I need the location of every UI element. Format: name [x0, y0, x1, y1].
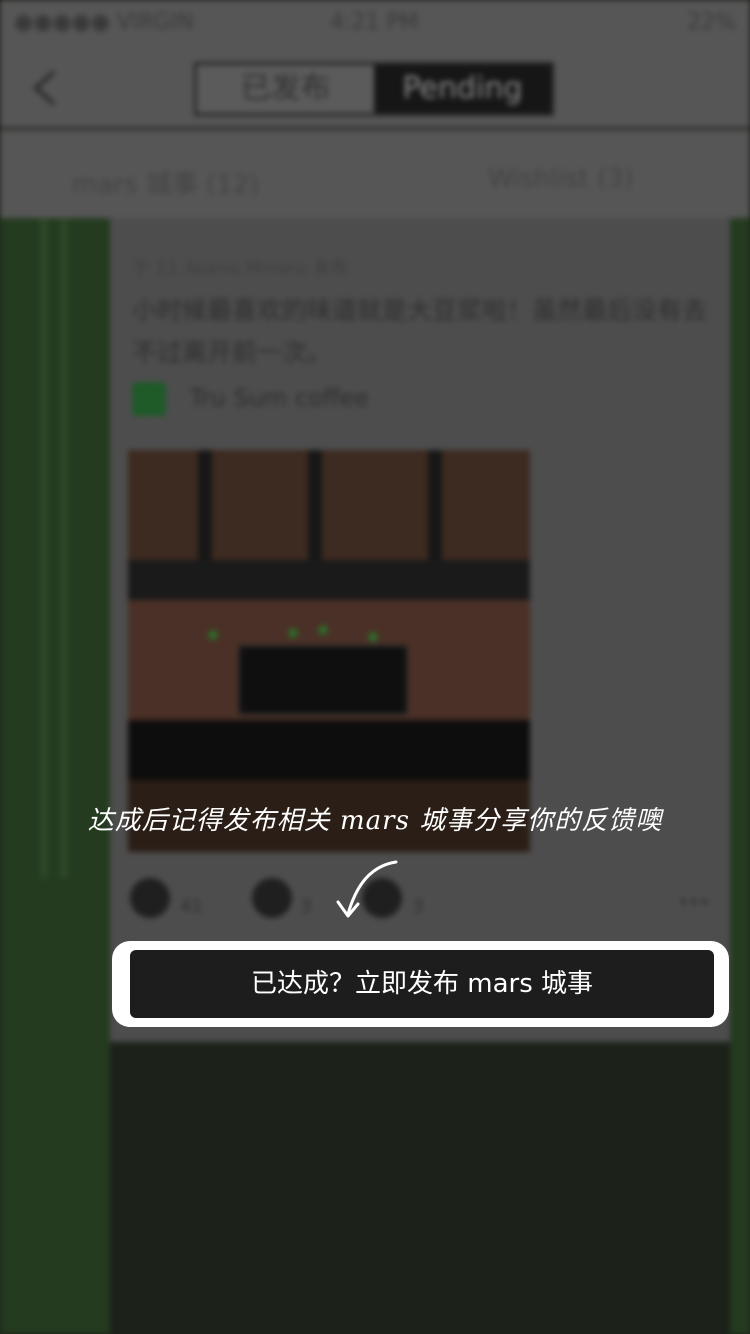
- post-meta: 于 11 Asano Minoru 发布: [132, 258, 349, 279]
- photo-beam: [308, 450, 322, 560]
- photo-ceiling: [128, 450, 530, 560]
- sub-tab-bar: mars 城事 (12) Wishlist (3): [0, 130, 750, 218]
- photo-plant: [288, 628, 298, 638]
- more-icon[interactable]: •••: [678, 892, 710, 913]
- tab-published[interactable]: 已发布: [197, 65, 374, 113]
- post-card: 于 11 Asano Minoru 发布 小时候最喜欢的味道就是大豆浆啦！虽然最…: [110, 218, 730, 1042]
- blurred-background: ●●●●● VIRGIN 4:21 PM 22% 已发布 Pending mar…: [0, 0, 750, 1334]
- coach-hint-text: 达成后记得发布相关 mars 城事分享你的反馈噢: [87, 806, 663, 836]
- photo-plant: [368, 632, 378, 642]
- status-bar: ●●●●● VIRGIN 4:21 PM 22%: [0, 0, 750, 44]
- side-stripe: [40, 218, 48, 878]
- tab-wishlist[interactable]: Wishlist (3): [488, 164, 634, 194]
- publish-mars-city-button[interactable]: 已达成？立即发布 mars 城事: [130, 950, 714, 1018]
- carrier-label: ●●●●● VIRGIN: [14, 10, 194, 35]
- share-count: 3: [412, 896, 424, 917]
- like-icon[interactable]: [130, 878, 170, 918]
- side-stripe: [60, 218, 68, 878]
- comment-count: 3: [300, 896, 312, 917]
- shop-name: Tru Sum coffee: [189, 384, 369, 412]
- like-count: 41: [180, 896, 203, 917]
- curved-arrow-down-icon: [336, 860, 398, 918]
- segment-control: 已发布 Pending: [194, 62, 554, 116]
- post-text: 小时候最喜欢的味道就是大豆浆啦！虽然最后没有去不过离开前一次。: [132, 296, 708, 367]
- photo-plant: [208, 630, 218, 640]
- battery-level: 22%: [687, 10, 736, 35]
- photo-counter: [128, 720, 530, 780]
- side-panel-right: [730, 218, 750, 1334]
- chevron-left-icon[interactable]: [30, 68, 60, 108]
- photo-plant: [318, 625, 328, 635]
- shop-icon: [132, 382, 166, 416]
- tab-mars-city[interactable]: mars 城事 (12): [72, 164, 259, 201]
- comment-icon[interactable]: [252, 878, 292, 918]
- tab-pending[interactable]: Pending: [374, 65, 551, 113]
- side-panel: [0, 218, 110, 1334]
- photo-beam: [198, 450, 212, 560]
- photo-beam: [428, 450, 442, 560]
- clock: 4:21 PM: [330, 10, 419, 35]
- post-photo[interactable]: [128, 450, 530, 852]
- shop-tag[interactable]: Tru Sum coffee: [132, 382, 369, 416]
- nav-bar: 已发布 Pending: [0, 44, 750, 128]
- photo-menu-board: [238, 645, 408, 715]
